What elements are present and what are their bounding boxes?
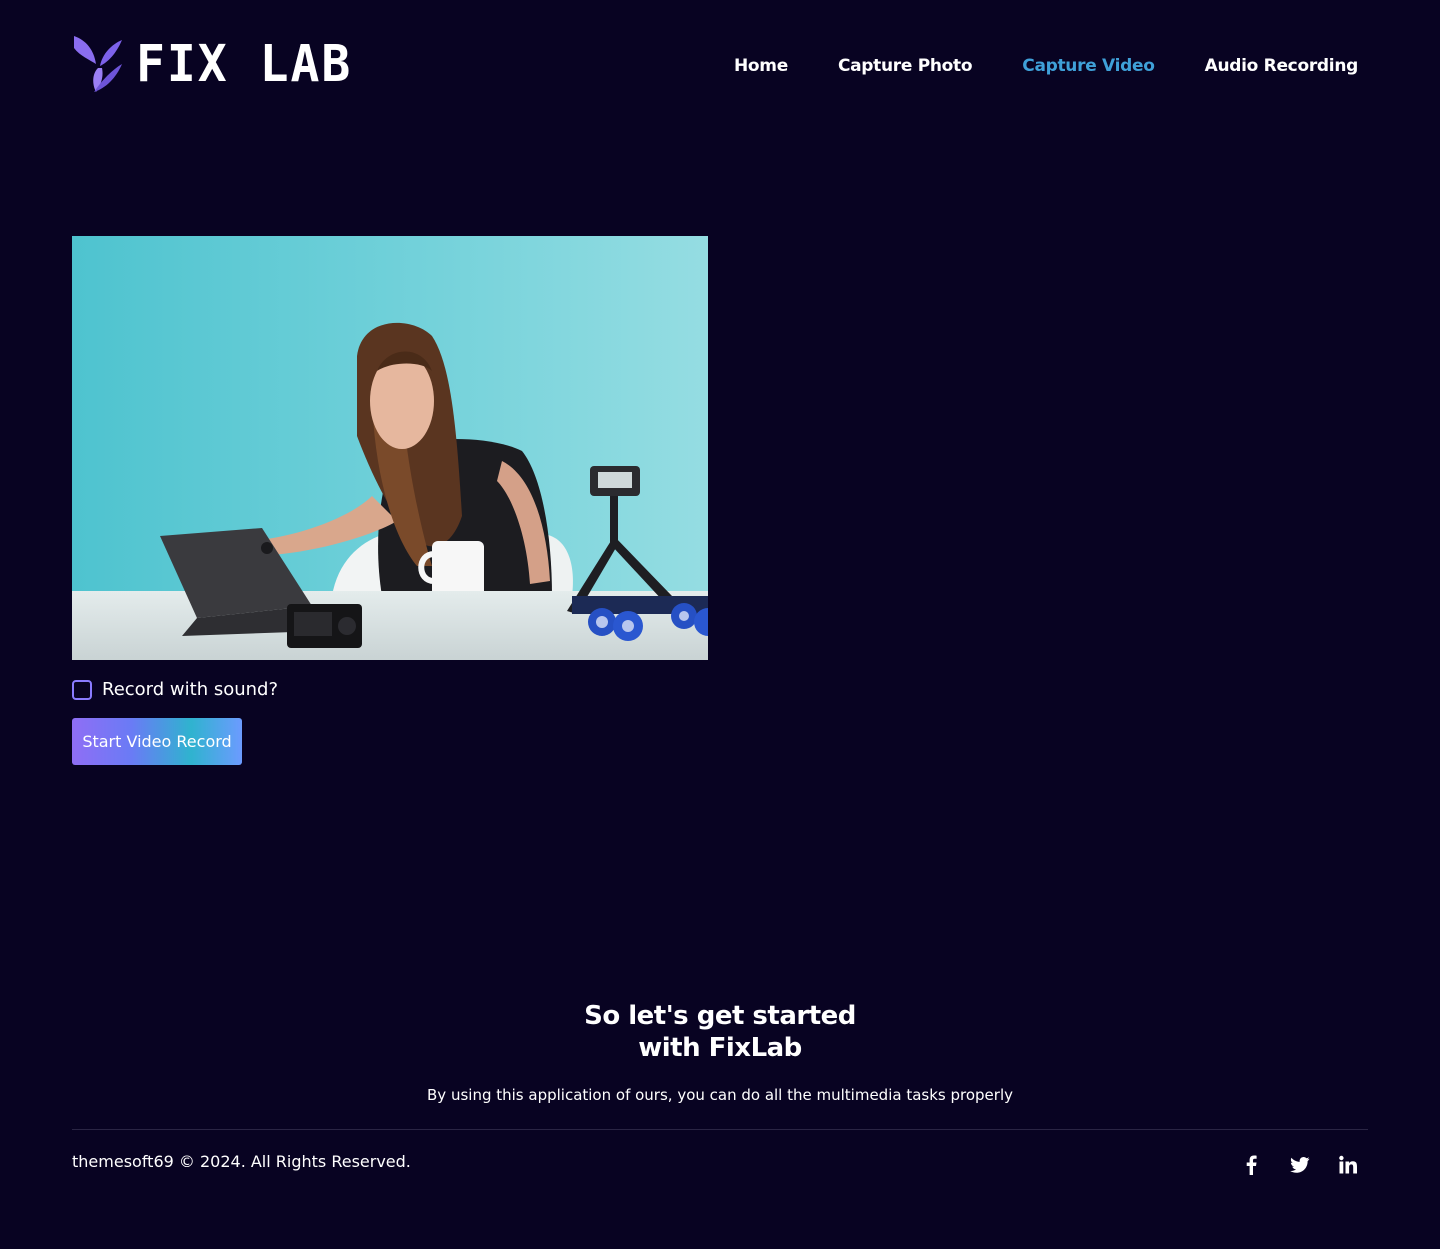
facebook-link[interactable] [1242,1155,1262,1175]
social-links [1242,1155,1358,1175]
record-sound-label: Record with sound? [102,679,279,700]
record-sound-checkbox[interactable] [72,679,92,700]
preview-image [72,236,708,660]
footer-copyright: themesoft69 © 2024. All Rights Reserved. [72,1152,411,1171]
nav-item-capture-video[interactable]: Capture Video [1022,56,1155,76]
twitter-icon [1290,1157,1310,1173]
nav-item-home[interactable]: Home [734,56,788,76]
brand-name: FIX LAB [136,34,353,94]
nav-item-capture-photo[interactable]: Capture Photo [838,56,973,76]
facebook-icon [1246,1155,1257,1175]
cta-title-line2: with FixLab [638,1033,802,1063]
site-header: FIX LAB Home Capture Photo Capture Video… [72,34,1368,98]
twitter-link[interactable] [1290,1155,1310,1175]
cta-description: By using this application of ours, you c… [427,1086,1013,1104]
video-preview [72,236,708,660]
footer-divider [72,1129,1368,1130]
cta-section: So let's get started with FixLab By usin… [0,1000,1440,1104]
leaf-logo-icon [74,36,122,92]
nav-item-audio-recording[interactable]: Audio Recording [1205,56,1359,76]
linkedin-icon [1339,1155,1357,1174]
record-sound-option[interactable]: Record with sound? [72,679,278,700]
brand-logo[interactable]: FIX LAB [72,34,352,94]
linkedin-link[interactable] [1338,1155,1358,1175]
main-nav: Home Capture Photo Capture Video Audio R… [734,56,1358,76]
start-video-record-button[interactable]: Start Video Record [72,718,242,765]
cta-title-line1: So let's get started [584,1001,856,1031]
cta-title: So let's get started with FixLab [0,1000,1440,1064]
